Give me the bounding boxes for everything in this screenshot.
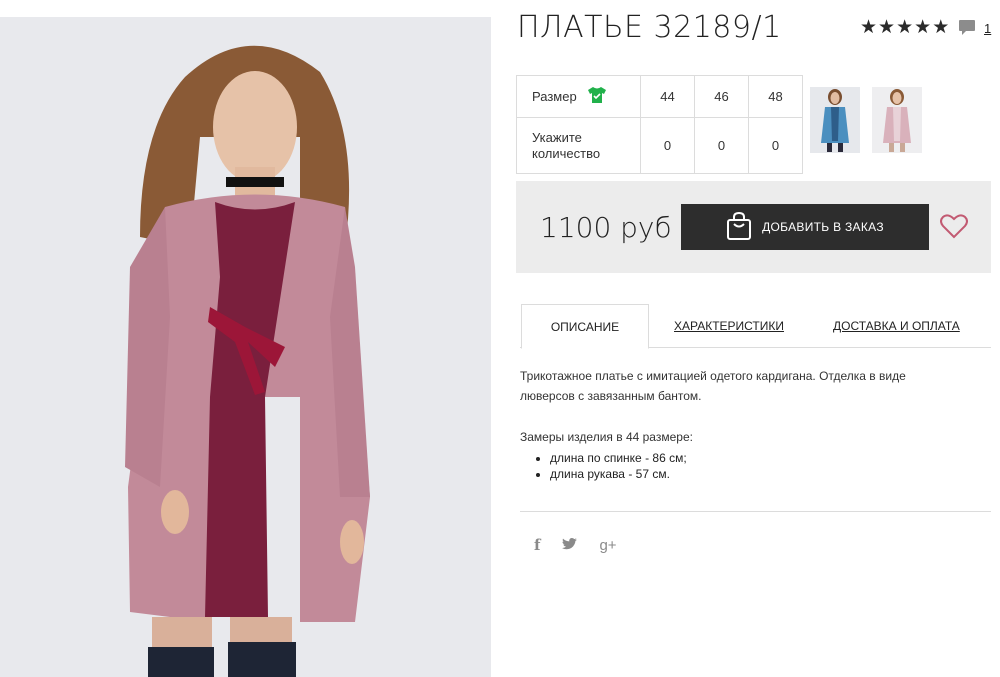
quantity-input-44[interactable]: 0 bbox=[640, 117, 695, 174]
quantity-input-46[interactable]: 0 bbox=[694, 117, 749, 174]
product-main-image[interactable] bbox=[0, 17, 491, 677]
divider bbox=[520, 511, 991, 512]
quantity-input-48[interactable]: 0 bbox=[748, 117, 803, 174]
google-plus-icon[interactable]: g+ bbox=[599, 537, 616, 554]
product-tabs: ОПИСАНИЕ ХАРАКТЕРИСТИКИ ДОСТАВКА И ОПЛАТ… bbox=[520, 304, 991, 349]
size-table: Размер 44 46 48 Укажите количество 0 0 0 bbox=[516, 75, 803, 174]
comments-count-link[interactable]: 1 bbox=[984, 21, 991, 36]
size-option-46[interactable]: 46 bbox=[694, 75, 749, 118]
size-row: Размер 44 46 48 bbox=[516, 75, 803, 118]
tab-delivery-payment[interactable]: ДОСТАВКА И ОПЛАТА bbox=[833, 304, 960, 348]
measure-title: Замеры изделия в 44 размере: bbox=[520, 430, 693, 444]
add-to-order-label: ДОБАВИТЬ В ЗАКАЗ bbox=[762, 220, 884, 234]
size-chart-icon[interactable] bbox=[587, 86, 607, 107]
product-title: ПЛАТЬЕ 32189/1 bbox=[517, 10, 782, 45]
thumbnail-pink[interactable] bbox=[872, 87, 922, 153]
product-description: Трикотажное платье с имитацией одетого к… bbox=[520, 369, 906, 403]
shopping-bag-icon bbox=[726, 211, 752, 244]
tab-description[interactable]: ОПИСАНИЕ bbox=[521, 304, 649, 349]
comment-icon[interactable] bbox=[958, 19, 976, 41]
quantity-row: Укажите количество 0 0 0 bbox=[516, 117, 803, 174]
facebook-icon[interactable]: f bbox=[534, 536, 540, 554]
star-icon[interactable]: ★ bbox=[860, 18, 877, 38]
list-item: длина рукава - 57 см. bbox=[550, 466, 687, 482]
star-icon[interactable]: ★ bbox=[896, 18, 913, 38]
size-option-44[interactable]: 44 bbox=[640, 75, 695, 118]
star-icon[interactable]: ★ bbox=[878, 18, 895, 38]
size-label: Размер bbox=[532, 89, 577, 104]
price-box: 1100 руб ДОБАВИТЬ В ЗАКАЗ bbox=[516, 181, 991, 273]
measure-list: длина по спинке - 86 см; длина рукава - … bbox=[530, 450, 687, 482]
quantity-label: Укажите количество bbox=[516, 117, 641, 174]
add-to-order-button[interactable]: ДОБАВИТЬ В ЗАКАЗ bbox=[681, 204, 929, 250]
twitter-icon[interactable] bbox=[562, 537, 578, 554]
star-icon[interactable]: ★ bbox=[932, 18, 949, 38]
list-item: длина по спинке - 86 см; bbox=[550, 450, 687, 466]
size-label-cell: Размер bbox=[516, 75, 641, 118]
social-share: f g+ bbox=[534, 536, 617, 554]
star-icon[interactable]: ★ bbox=[914, 18, 931, 38]
product-price: 1100 руб bbox=[540, 211, 672, 244]
thumbnail-blue[interactable] bbox=[810, 87, 860, 153]
rating-stars[interactable]: ★ ★ ★ ★ ★ bbox=[860, 18, 949, 38]
tab-characteristics[interactable]: ХАРАКТЕРИСТИКИ bbox=[674, 304, 784, 348]
size-option-48[interactable]: 48 bbox=[748, 75, 803, 118]
heart-icon[interactable] bbox=[940, 213, 968, 244]
